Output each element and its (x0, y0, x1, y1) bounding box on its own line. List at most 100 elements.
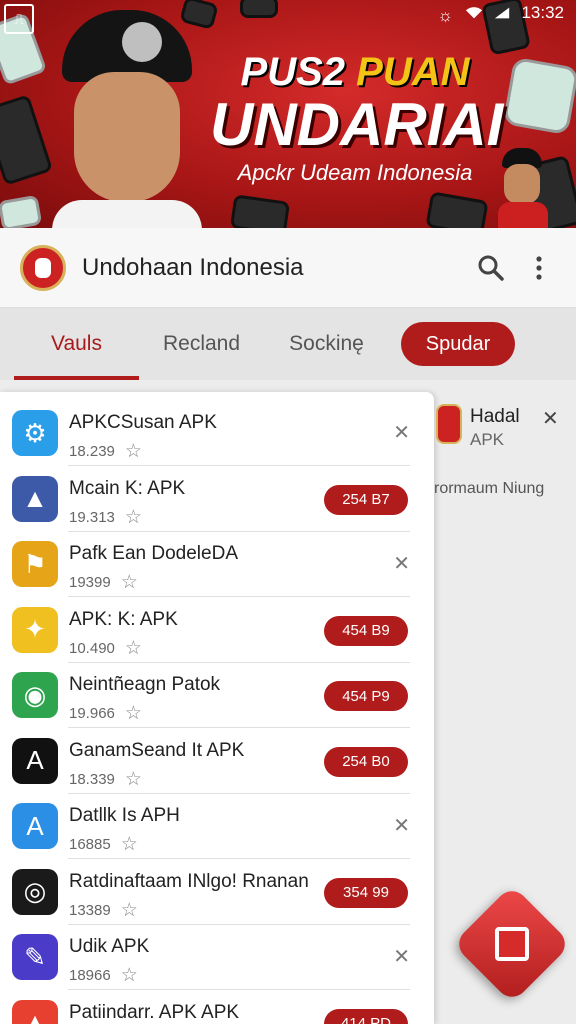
banner-line1-yellow: PUAN (356, 50, 470, 94)
app-count: 18.239 (69, 443, 115, 460)
app-list-item[interactable]: ▲Patiindarr. APK APK13389☆414 PD (0, 990, 434, 1024)
star-icon[interactable]: ☆ (121, 833, 138, 856)
app-list-panel: ⚙ APKCSusan APK 18.239 ☆ ✕ ▲ Mcain K: APK 19.31… (0, 392, 434, 1024)
app-count: 18966 (69, 967, 111, 984)
banner-line2: UNDARIAI (210, 91, 504, 158)
app-logo-icon (20, 244, 66, 291)
phone-decoration (0, 94, 54, 186)
app-meta: 16885 ☆ (69, 833, 138, 856)
price-button[interactable]: 254 B0 (324, 746, 408, 777)
a-store-icon: A (12, 803, 58, 849)
search-button[interactable] (474, 251, 508, 285)
status-bar: ☼ 13:32 (0, 0, 576, 26)
status-time: 13:32 (521, 3, 564, 22)
app-name: GanamSeand It APK (69, 739, 245, 761)
wifi-icon (466, 7, 483, 19)
app-list-item[interactable]: ⚑ Pafk Ean DodeleDA 19399 ☆ ✕ (0, 531, 434, 597)
app-list-item[interactable]: ◎ Ratdinaftaam INlgo! Rnanan 13389 ☆ 354 99 (0, 859, 434, 925)
app-meta: 19399 ☆ (69, 571, 138, 594)
close-icon[interactable]: ✕ (393, 944, 410, 969)
tab-recland[interactable]: Recland (139, 308, 264, 380)
app-count: 19.313 (69, 508, 115, 526)
person-photo (52, 10, 202, 228)
app-meta: 19.966 ☆ (69, 702, 142, 725)
side-panel-subtitle: APK (470, 430, 505, 449)
price-button[interactable]: 254 B7 (324, 484, 408, 515)
signal-icon (495, 7, 510, 19)
app-list-item[interactable]: ◉ Neintñeagn Patok 19.966 ☆ 454 P9 (0, 662, 434, 728)
promo-banner[interactable]: ⎍ ☼ 13:32 PUS2 PUAN UNDARIAI Apckr Udeam… (0, 0, 576, 228)
app-name: Neintñeagn Patok (69, 674, 221, 695)
a-letter-icon: A (12, 737, 58, 784)
close-icon[interactable]: ✕ (393, 551, 410, 576)
star-icon[interactable]: ☆ (121, 964, 138, 987)
side-panel-text: rormaum Niung (434, 480, 545, 497)
close-icon[interactable]: ✕ (393, 813, 410, 838)
price-button[interactable]: 414 PD (324, 1008, 408, 1024)
app-meta: 10.490 ☆ (69, 637, 142, 660)
app-meta: 18966 ☆ (69, 964, 138, 987)
app-list-item[interactable]: ▲ Mcain K: APK 19.313 ☆ 254 B7 (0, 466, 434, 532)
a-triangle-icon: ▲ (12, 475, 58, 522)
app-name: Udik APK (69, 936, 150, 957)
banner-line1-white: PUS2 (240, 50, 346, 94)
more-options-button[interactable] (522, 251, 556, 285)
app-list-item[interactable]: A GanamSeand It APK 18.339 ☆ 254 B0 (0, 728, 434, 794)
app-count: 16885 (69, 836, 111, 853)
search-icon (478, 255, 504, 281)
star-icon[interactable]: ☆ (125, 768, 142, 791)
emblem-icon (436, 404, 462, 444)
close-icon[interactable]: ✕ (542, 406, 559, 431)
spudar-button[interactable]: Spudar (401, 322, 515, 366)
app-name: Pafk Ean DodeleDA (69, 543, 238, 564)
app-count: 19.966 (69, 705, 115, 722)
chrome-icon: ◉ (12, 672, 58, 718)
banner-title: PUS2 PUAN UNDARIAI Apckr Udeam Indonesia (210, 50, 504, 190)
app-list-item[interactable]: ⚙ APKCSusan APK 18.239 ☆ ✕ (0, 400, 434, 466)
square-icon (495, 927, 529, 961)
settings-status-icon: ☼ (437, 6, 454, 25)
phone-decoration (0, 194, 43, 228)
app-list-item[interactable]: A Datllk Is APH 16885 ☆ ✕ (0, 793, 434, 859)
app-count: 10.490 (69, 639, 115, 657)
app-meta: 19.313 ☆ (69, 506, 142, 529)
app-count: 13389 (69, 901, 111, 919)
app-name: Ratdinaftaam INlgo! Rnanan (69, 870, 309, 892)
price-button[interactable]: 354 99 (324, 877, 408, 908)
price-button[interactable]: 454 P9 (324, 681, 408, 711)
app-title: Undohaan Indonesia (82, 253, 304, 281)
star-icon[interactable]: ☆ (125, 440, 142, 463)
triangle-icon: ▲ (12, 999, 58, 1024)
app-count: 19399 (69, 574, 111, 591)
tab-sockine[interactable]: Sockinę (264, 308, 389, 380)
puzzle-icon: ✦ (12, 606, 58, 653)
app-count: 18.339 (69, 770, 115, 788)
app-meta: 18.239 ☆ (69, 440, 142, 463)
target-icon: ◎ (12, 868, 58, 915)
star-icon[interactable]: ☆ (125, 637, 142, 660)
app-meta: 13389 ☆ (69, 899, 138, 922)
pen-icon: ✎ (12, 934, 58, 980)
star-icon[interactable]: ☆ (125, 702, 142, 725)
gear-icon: ⚙ (12, 410, 58, 456)
star-icon[interactable]: ☆ (121, 571, 138, 594)
emblem-icon (122, 22, 162, 62)
close-icon[interactable]: ✕ (393, 420, 410, 445)
phone-decoration (425, 191, 489, 228)
app-name: Patiindarr. APK APK (69, 1001, 240, 1023)
more-vert-icon (536, 255, 542, 280)
phone-decoration (502, 56, 576, 136)
star-icon[interactable]: ☆ (121, 899, 138, 922)
app-list-item[interactable]: ✦ APK: K: APK 10.490 ☆ 454 B9 (0, 597, 434, 663)
tab-vauls[interactable]: Vauls (14, 308, 139, 380)
app-name: Datllk Is APH (69, 805, 180, 826)
phone-decoration (229, 194, 291, 228)
app-name: APK: K: APK (69, 608, 178, 630)
star-icon[interactable]: ☆ (125, 506, 142, 529)
app-bar: Undohaan Indonesia (0, 228, 576, 308)
person-small-photo (498, 148, 548, 228)
app-meta: 18.339 ☆ (69, 768, 142, 791)
flag-icon: ⚑ (12, 541, 58, 587)
app-list-item[interactable]: ✎ Udik APK 18966 ☆ ✕ (0, 924, 434, 990)
price-button[interactable]: 454 B9 (324, 615, 408, 646)
